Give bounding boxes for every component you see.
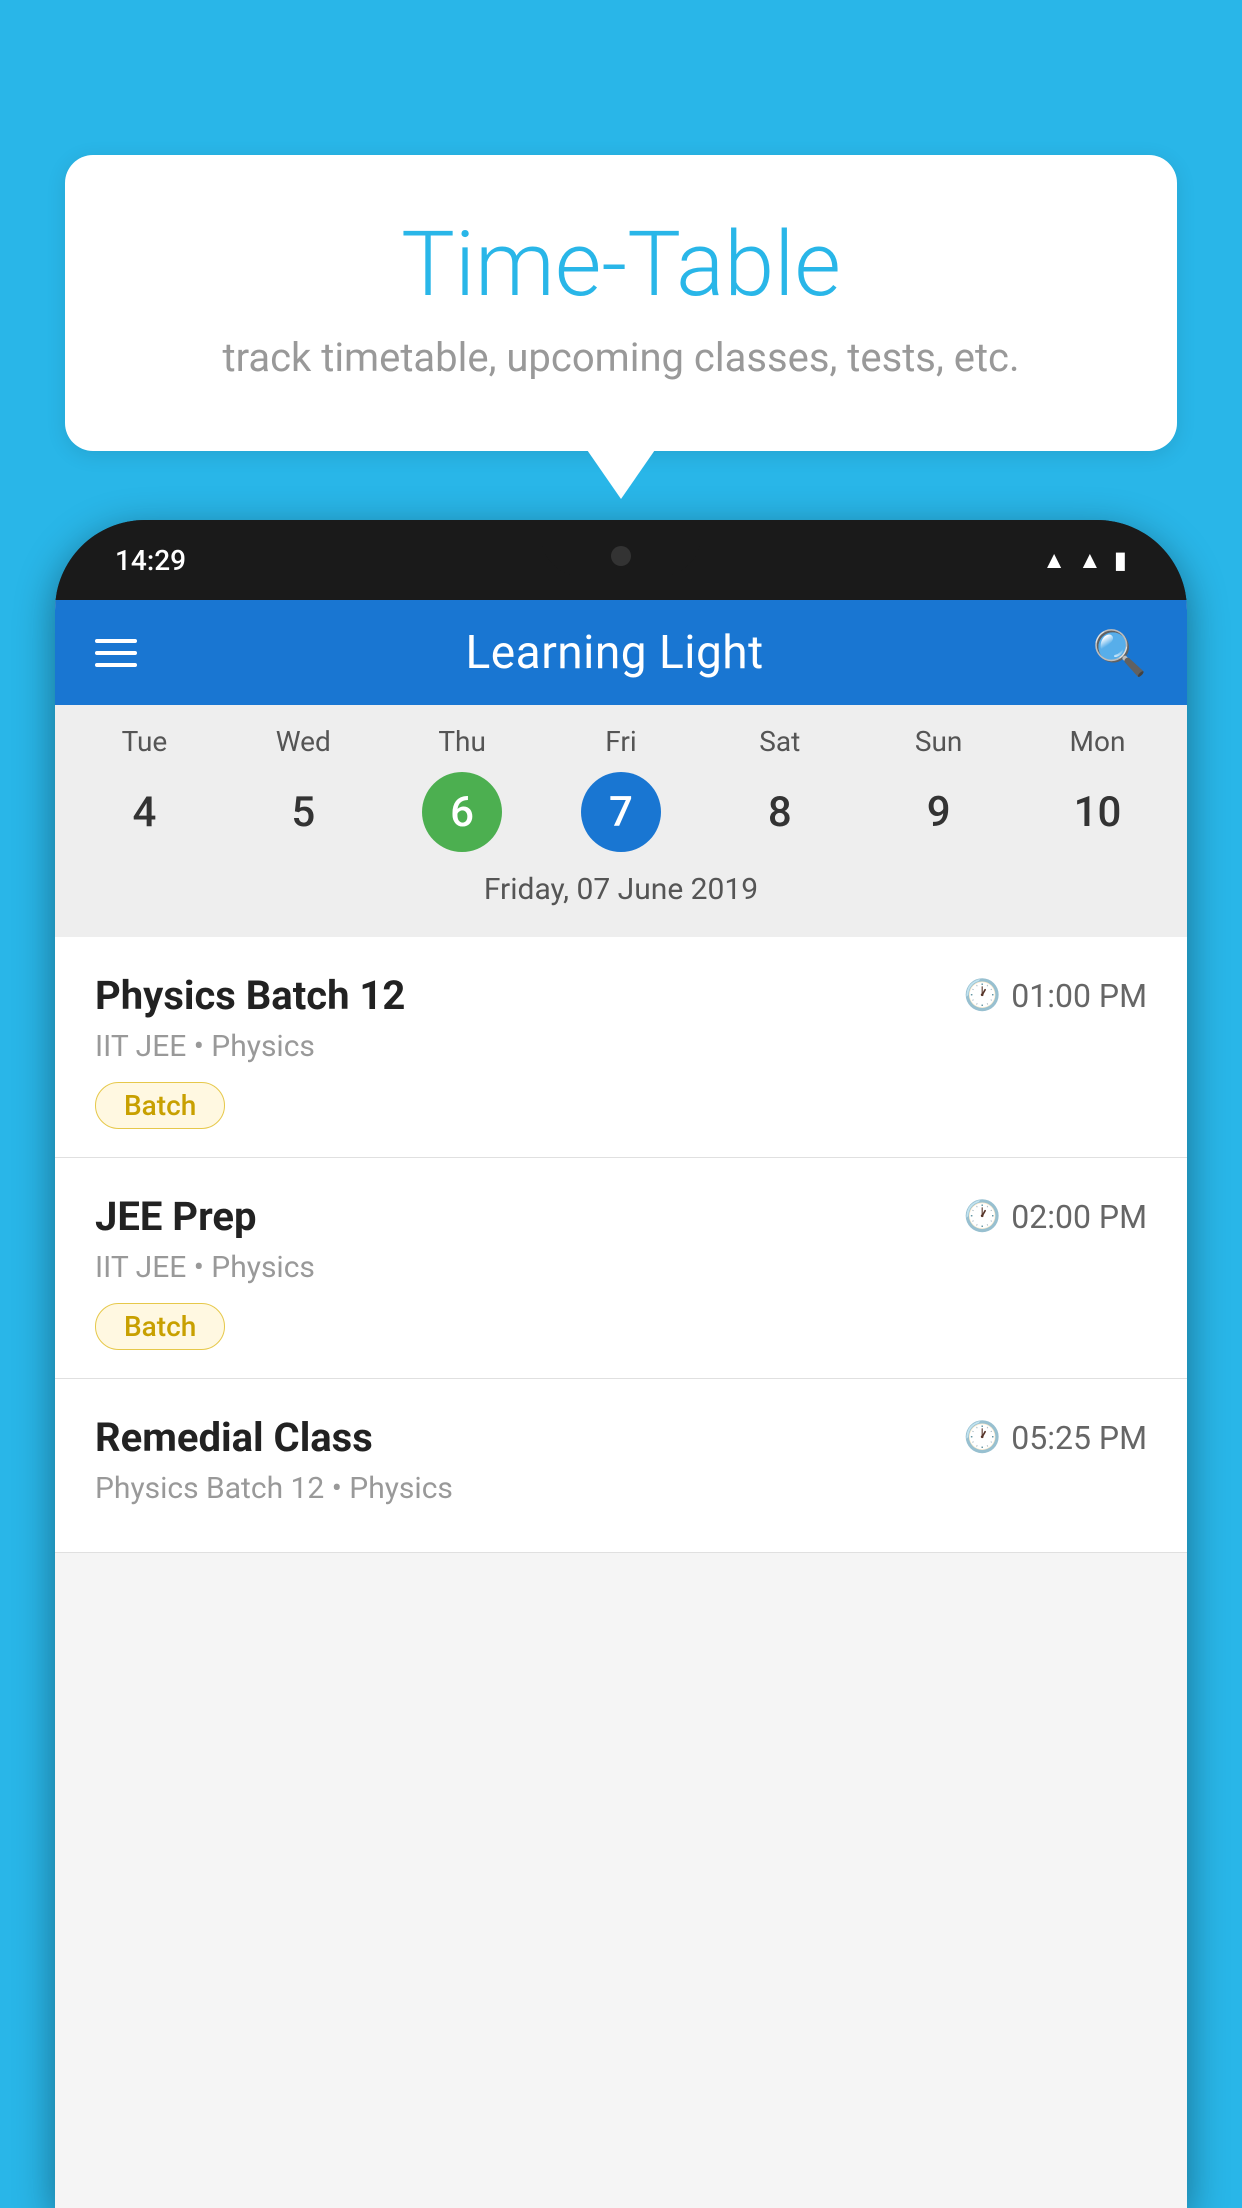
day-header-mon: Mon — [1047, 725, 1147, 758]
class-time-1: 🕐 02:00 PM — [964, 1198, 1147, 1236]
class-item-top-0: Physics Batch 12 🕐 01:00 PM — [95, 972, 1147, 1019]
selected-date-label: Friday, 07 June 2019 — [55, 862, 1187, 927]
app-title: Learning Light — [466, 626, 764, 680]
class-item-0[interactable]: Physics Batch 12 🕐 01:00 PM IIT JEE • Phys… — [55, 937, 1187, 1158]
day-header-sun: Sun — [889, 725, 989, 758]
signal-icon: ▲ — [1078, 546, 1102, 575]
class-item-2[interactable]: Remedial Class 🕐 05:25 PM Physics Batch 12… — [55, 1379, 1187, 1553]
hamburger-line-1 — [95, 639, 137, 643]
clock-icon-2: 🕐 — [964, 1420, 1001, 1455]
class-item-top-1: JEE Prep 🕐 02:00 PM — [95, 1193, 1147, 1240]
class-meta-1: IIT JEE • Physics — [95, 1250, 1147, 1285]
phone-screen: Learning Light 🔍 Tue Wed Thu Fri Sat Sun Mon 4… — [55, 600, 1187, 2208]
day-header-fri: Fri — [571, 725, 671, 758]
clock-icon-0: 🕐 — [964, 978, 1001, 1013]
day-header-tue: Tue — [94, 725, 194, 758]
phone-time: 14:29 — [115, 544, 186, 577]
speech-bubble-container: Time-Table track timetable, upcoming cla… — [65, 155, 1177, 451]
day-number-6[interactable]: 6 — [422, 772, 502, 852]
phone-top-bar: 14:29 ▲ ▲ ▮ — [55, 520, 1187, 600]
hamburger-line-2 — [95, 651, 137, 655]
battery-icon: ▮ — [1114, 546, 1127, 574]
calendar-strip: Tue Wed Thu Fri Sat Sun Mon 456789 10 Friday, 0… — [55, 705, 1187, 937]
batch-badge-0: Batch — [95, 1082, 225, 1129]
app-bar: Learning Light 🔍 — [55, 600, 1187, 705]
day-number-8[interactable]: 8 — [740, 772, 820, 852]
day-headers: Tue Wed Thu Fri Sat Sun Mon — [55, 725, 1187, 758]
phone-status-icons: ▲ ▲ ▮ — [1042, 546, 1127, 575]
day-numbers: 456789 10 — [55, 772, 1187, 852]
class-time-2: 🕐 05:25 PM — [964, 1419, 1147, 1457]
wifi-icon: ▲ — [1042, 546, 1066, 575]
class-list: Physics Batch 12 🕐 01:00 PM IIT JEE • Phys… — [55, 937, 1187, 1553]
day-number-7[interactable]: 7 — [581, 772, 661, 852]
class-name-1: JEE Prep — [95, 1193, 256, 1240]
camera-dot — [611, 546, 631, 566]
batch-badge-1: Batch — [95, 1303, 225, 1350]
day-header-sat: Sat — [730, 725, 830, 758]
day-number-10[interactable]: 10 — [1057, 772, 1137, 852]
phone-notch — [541, 520, 701, 576]
class-item-1[interactable]: JEE Prep 🕐 02:00 PM IIT JEE • Physics Batch — [55, 1158, 1187, 1379]
class-item-top-2: Remedial Class 🕐 05:25 PM — [95, 1414, 1147, 1461]
hamburger-menu-button[interactable] — [95, 639, 137, 667]
speech-bubble: Time-Table track timetable, upcoming cla… — [65, 155, 1177, 451]
hamburger-line-3 — [95, 663, 137, 667]
bubble-title: Time-Table — [145, 215, 1097, 314]
class-time-0: 🕐 01:00 PM — [964, 977, 1147, 1015]
day-number-5[interactable]: 5 — [263, 772, 343, 852]
class-name-0: Physics Batch 12 — [95, 972, 405, 1019]
class-name-2: Remedial Class — [95, 1414, 373, 1461]
phone-frame: 14:29 ▲ ▲ ▮ Learning Light 🔍 — [55, 520, 1187, 2208]
day-header-wed: Wed — [253, 725, 353, 758]
day-number-4[interactable]: 4 — [104, 772, 184, 852]
day-number-9[interactable]: 9 — [899, 772, 979, 852]
bubble-subtitle: track timetable, upcoming classes, tests… — [145, 334, 1097, 381]
day-header-thu: Thu — [412, 725, 512, 758]
class-meta-0: IIT JEE • Physics — [95, 1029, 1147, 1064]
class-meta-2: Physics Batch 12 • Physics — [95, 1471, 1147, 1506]
search-icon[interactable]: 🔍 — [1092, 627, 1147, 679]
clock-icon-1: 🕐 — [964, 1199, 1001, 1234]
